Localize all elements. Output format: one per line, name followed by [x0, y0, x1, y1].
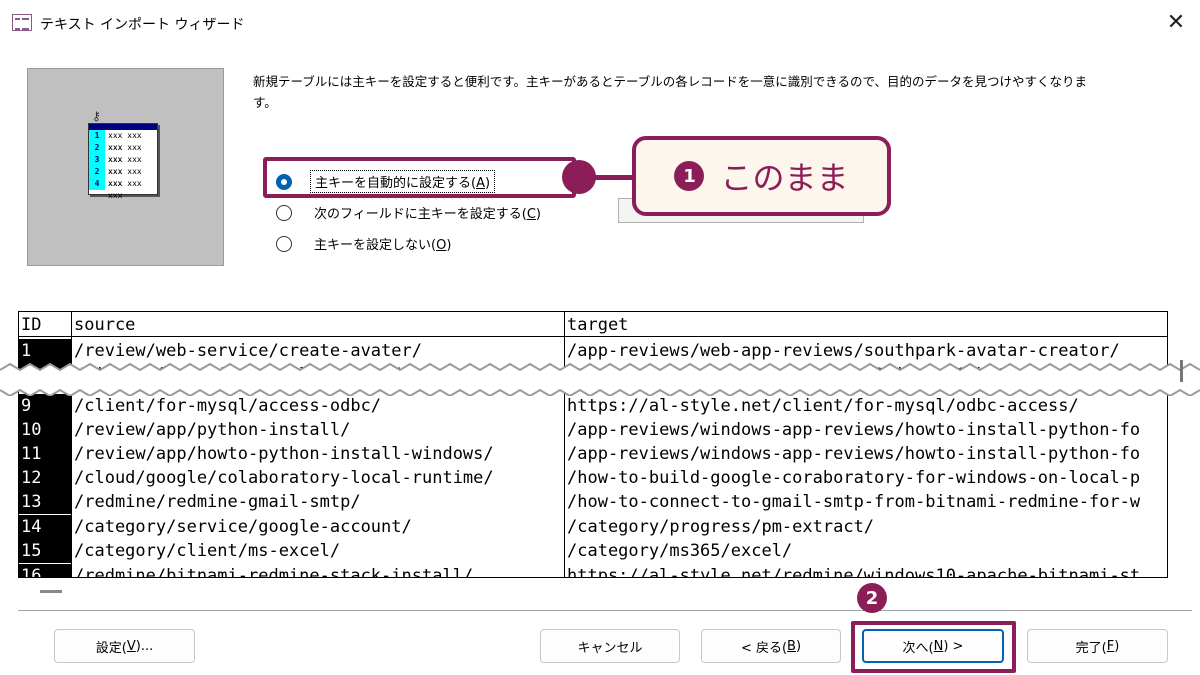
row-source: /review/app/howto-python-install-windows… [74, 444, 494, 464]
wizard-illustration: ⚷ 1 xxx xxx xxx 2 xxx xxx xxx 3 xxx xxx xxx… [27, 68, 224, 266]
table-icon: 1 xxx xxx xxx 2 xxx xxx xxx 3 xxx xxx xxx 2… [88, 123, 158, 200]
row-target: https://al-style.net/client/for-mysql/od… [567, 396, 1079, 416]
finish-button[interactable]: 完了(F) [1027, 629, 1168, 663]
row-id: 11 [19, 442, 71, 466]
step-badge: 1 [674, 161, 705, 191]
row-id: 9 [19, 394, 71, 418]
settings-button[interactable]: 設定(V)... [54, 629, 195, 663]
radio-button[interactable] [276, 235, 292, 252]
highlight-box [851, 621, 1016, 673]
data-preview-grid[interactable]: ID source target 1 /review/web-service/c… [18, 311, 1168, 578]
row-target: /app-reviews/windows-app-reviews/howto-i… [567, 420, 1141, 440]
table-row: 1 /review/web-service/create-avater/ /ap… [19, 339, 1167, 363]
key-icon: ⚷ [92, 109, 101, 123]
wizard-description: 新規テーブルには主キーを設定すると便利です。主キーがあるとテーブルの各レコードを… [253, 74, 1088, 110]
row-id: 10 [19, 418, 71, 442]
row-source: /review/web-service/create-avater/ [74, 341, 422, 361]
callout-box: 1 このまま [632, 136, 891, 216]
row-source: /category/client/ms-excel/ [74, 541, 341, 561]
option-choose-primary-key[interactable]: 次のフィールドに主キーを設定する(C) [276, 202, 545, 223]
back-button[interactable]: < 戻る(B) [701, 629, 841, 663]
row-target: /how-to-connect-to-gmail-smtp-from-bitna… [567, 492, 1141, 512]
row-target: /how-to-build-google-coraboratory-for-wi… [567, 468, 1141, 488]
row-source: /cloud/google/colaboratory-local-runtime… [74, 468, 494, 488]
row-target: https://al-style.net/redmine/windows10-a… [567, 566, 1141, 578]
grid-header: ID source target [19, 312, 1167, 337]
table-row: 11 /review/app/howto-python-install-wind… [19, 442, 1167, 466]
row-source: /redmine/redmine-gmail-smtp/ [74, 492, 361, 512]
table-row: 12 /cloud/google/colaboratory-local-runt… [19, 466, 1167, 490]
column-header-id: ID [21, 315, 42, 335]
row-id: 1 [19, 339, 71, 363]
table-icon-row: 2 xxx xxx xxx [89, 166, 157, 188]
column-header-target: target [567, 315, 629, 335]
row-source: /category/service/google-account/ [74, 517, 412, 537]
horizontal-scroll-thumb[interactable] [40, 590, 62, 593]
divider [18, 610, 1192, 611]
cancel-button[interactable]: キャンセル [540, 629, 680, 663]
table-icon-row: 3 xxx xxx xxx [89, 154, 157, 176]
table-row: 15 /category/client/ms-excel/ /category/… [19, 539, 1167, 563]
title-bar: テキスト インポート ウィザード ✕ [0, 0, 1200, 48]
row-target: /app-reviews/windows-app-reviews/howto-i… [567, 444, 1141, 464]
omitted-rows-break [0, 362, 1200, 396]
row-source: /redmine/bitnami-redmine-stack-install/ [74, 566, 474, 578]
table-row: 10 /review/app/python-install/ /app-revi… [19, 418, 1167, 442]
row-id: 14 [19, 515, 71, 539]
row-id: 12 [19, 466, 71, 490]
row-source: /review/app/python-install/ [74, 420, 351, 440]
table-row: 9 /client/for-mysql/access-odbc/ https:/… [19, 394, 1167, 418]
row-target: /app-reviews/web-app-reviews/southpark-a… [567, 341, 1120, 361]
window-title: テキスト インポート ウィザード [40, 17, 245, 33]
table-icon-row: 1 xxx xxx xxx [89, 130, 157, 152]
table-row: 16 /redmine/bitnami-redmine-stack-instal… [19, 564, 1167, 578]
column-header-source: source [74, 315, 136, 335]
table-row: 13 /redmine/redmine-gmail-smtp/ /how-to-… [19, 490, 1167, 514]
row-target: /category/progress/pm-extract/ [567, 517, 875, 537]
option-no-primary-key[interactable]: 主キーを設定しない(O) [276, 233, 455, 254]
table-row: 14 /category/service/google-account/ /ca… [19, 515, 1167, 539]
callout-text: このまま [720, 159, 849, 197]
option-label: 次のフィールドに主キーを設定する(C) [314, 207, 541, 222]
row-id: 13 [19, 490, 71, 514]
table-icon-row: 4 xxx xxx xxx [89, 178, 157, 200]
table-icon-row: 2 xxx xxx xxx [89, 142, 157, 164]
highlight-box [263, 157, 576, 198]
callout-dot [562, 160, 596, 194]
import-wizard-dialog: テキスト インポート ウィザード ✕ ⚷ 1 xxx xxx xxx 2 xxx x… [0, 0, 1200, 675]
app-icon [12, 14, 32, 31]
close-icon[interactable]: ✕ [1152, 0, 1200, 44]
option-label: 主キーを設定しない(O) [314, 238, 452, 253]
row-target: /category/ms365/excel/ [567, 541, 793, 561]
row-source: /client/for-mysql/access-odbc/ [74, 396, 382, 416]
vertical-scroll-thumb[interactable] [1180, 360, 1183, 382]
step-badge: 2 [857, 583, 887, 613]
row-id: 16 [19, 564, 71, 577]
radio-button[interactable] [276, 204, 292, 221]
row-id: 15 [19, 539, 71, 563]
